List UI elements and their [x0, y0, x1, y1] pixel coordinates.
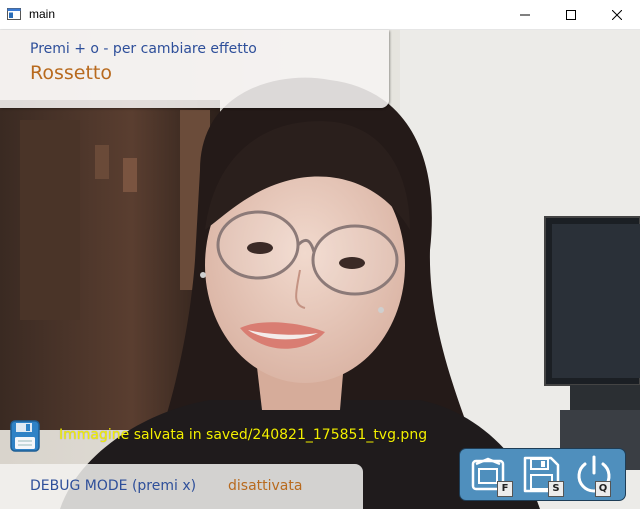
close-icon — [612, 10, 622, 20]
title-bar[interactable]: main — [0, 0, 640, 30]
save-icon — [10, 420, 40, 452]
app-window-icon — [7, 8, 21, 20]
maximize-icon — [566, 10, 576, 20]
effect-hint-text: Premi + o - per cambiare effetto — [30, 41, 257, 57]
save-image-button[interactable]: S — [520, 453, 564, 497]
debug-mode-state: disattivata — [228, 478, 303, 494]
quit-key-badge: Q — [595, 481, 611, 497]
minimize-icon — [520, 14, 530, 16]
quit-button[interactable]: Q — [572, 453, 616, 497]
debug-mode-label: DEBUG MODE (premi x) — [30, 478, 197, 494]
debug-panel: DEBUG MODE (premi x) disattivata — [0, 464, 363, 509]
effect-name: Rossetto — [30, 62, 112, 84]
effect-panel: Premi + o - per cambiare effetto Rossett… — [0, 30, 389, 108]
action-toolbar: F S Q — [459, 448, 626, 501]
save-status-message: Immagine salvata in saved/240821_175851_… — [59, 427, 428, 443]
maximize-button[interactable] — [548, 0, 594, 30]
fullscreen-button[interactable]: F — [469, 453, 513, 497]
save-key-badge: S — [548, 481, 564, 497]
close-button[interactable] — [594, 0, 640, 30]
minimize-button[interactable] — [502, 0, 548, 30]
window-title: main — [29, 7, 56, 21]
fullscreen-key-badge: F — [497, 481, 513, 497]
